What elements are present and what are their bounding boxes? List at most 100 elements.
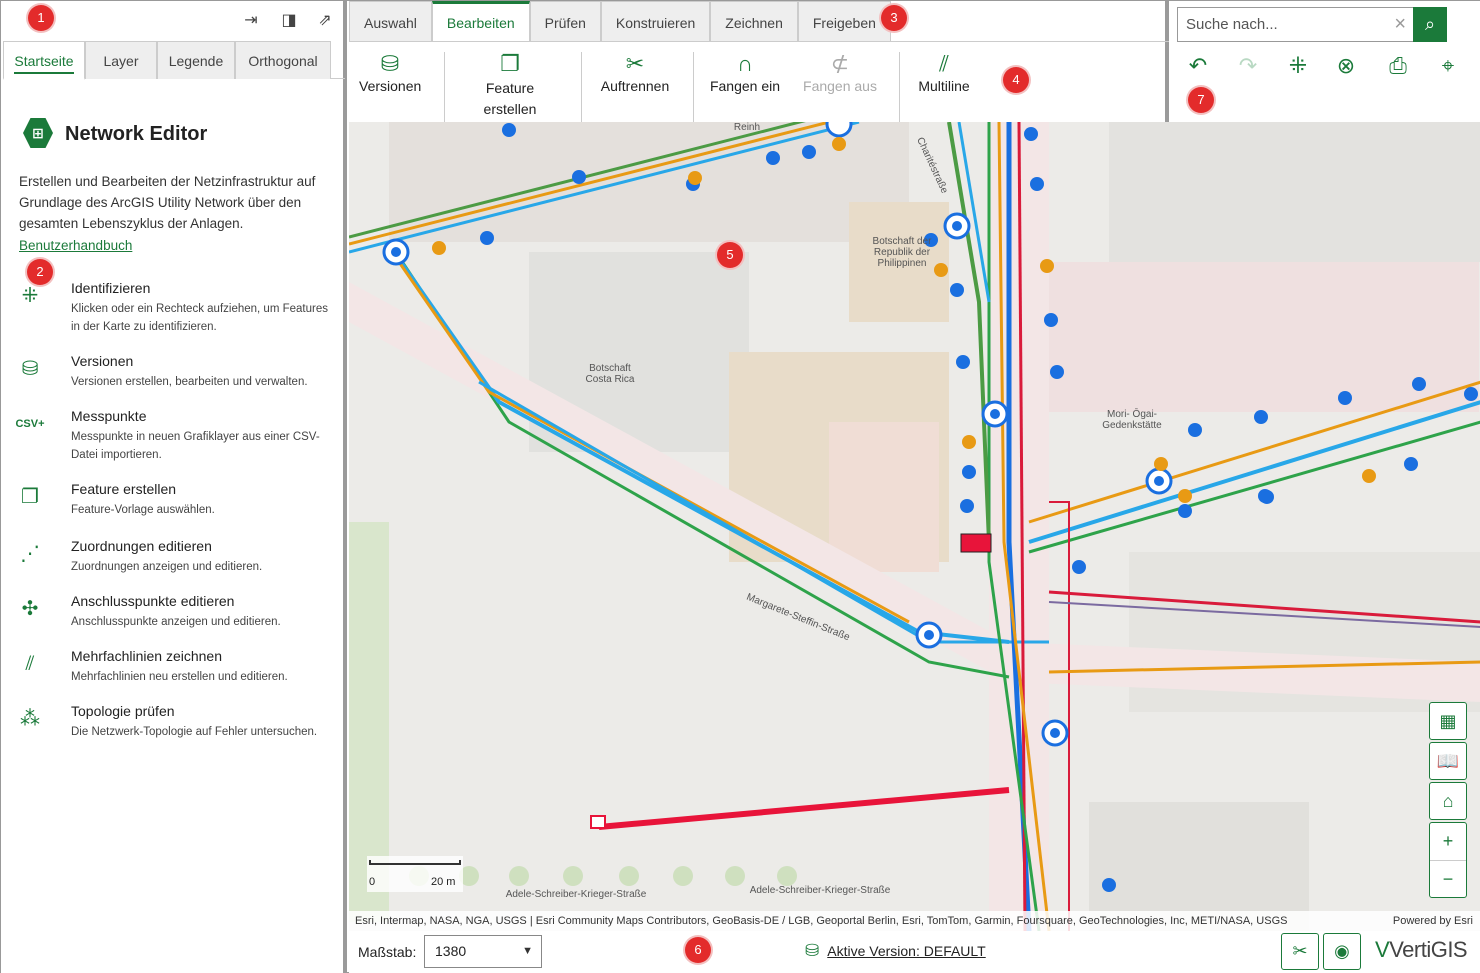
network-editor-logo-icon: ⊞ <box>23 118 53 148</box>
versionen-button[interactable]: ⛁ Versionen <box>359 50 421 94</box>
popout-icon[interactable]: ⇗ <box>315 11 335 31</box>
association-icon: ⋰ <box>20 543 40 565</box>
map-pin-icon[interactable]: ⌖ <box>1433 51 1463 81</box>
map-label-adele-2: Adele-Schreiber-Krieger-Straße <box>749 885 891 896</box>
tab-layer[interactable]: Layer <box>85 41 157 79</box>
redo-icon[interactable]: ↷ <box>1233 51 1263 81</box>
tool-messpunkte[interactable]: CSV+ Messpunkte Messpunkte in neuen Graf… <box>15 408 335 461</box>
tool-desc: Klicken oder ein Rechteck aufziehen, um … <box>71 303 328 333</box>
button-label: erstellen <box>483 101 537 117</box>
powered-by[interactable]: Powered by Esri <box>1393 911 1473 931</box>
zoom-controls: + − <box>1429 822 1467 898</box>
tab-konstruieren[interactable]: Konstruieren <box>600 1 711 41</box>
clear-search-icon[interactable]: × <box>1394 8 1406 41</box>
tool-anschlusspunkte[interactable]: ✣ Anschlusspunkte editieren Anschlusspun… <box>15 593 335 643</box>
feature-erstellen-button[interactable]: ❐ Feature erstellen <box>469 50 551 120</box>
feature-create-icon: ❐ <box>21 486 39 508</box>
map-view[interactable]: Botschaft der Republik der Philippinen B… <box>349 122 1480 931</box>
fangen-ein-button[interactable]: ∩ Fangen ein <box>707 50 783 94</box>
tool-desc: Versionen erstellen, bearbeiten und verw… <box>71 376 308 388</box>
dock-left-icon[interactable]: ⇥ <box>241 11 261 31</box>
tool-desc: Messpunkte in neuen Grafiklayer aus eine… <box>71 431 320 461</box>
tools-button[interactable]: ✂ <box>1281 933 1319 970</box>
print-icon[interactable]: ⎙ <box>1383 51 1413 81</box>
tool-topologie[interactable]: ⁂ Topologie prüfen Die Netzwerk-Topologi… <box>15 703 335 753</box>
identify-icon: ⁜ <box>21 285 39 307</box>
separator <box>693 52 694 122</box>
separator <box>581 52 582 122</box>
button-label: Multiline <box>918 78 970 94</box>
scale-bar-left: 0 <box>369 876 376 888</box>
scale-bar-right: 20 m <box>431 876 456 888</box>
footer: Maßstab: 1380 ▼ ⛁ Aktive Version: DEFAULT… <box>349 931 1480 973</box>
auftrennen-button[interactable]: ✂ Auftrennen <box>595 50 675 94</box>
tab-bearbeiten[interactable]: Bearbeiten <box>431 1 530 41</box>
separator <box>444 52 445 122</box>
tool-mehrfachlinien[interactable]: ⫽ Mehrfachlinien zeichnen Mehrfachlinien… <box>15 648 335 698</box>
scissors-icon: ✂ <box>625 51 645 76</box>
page-title: Network Editor <box>65 123 208 145</box>
database-icon: ⛁ <box>805 941 820 960</box>
vertigis-logo: VVertiGIS <box>1375 937 1468 962</box>
split-panel-icon[interactable]: ◨ <box>279 11 299 31</box>
button-label: Fangen ein <box>709 78 781 94</box>
tool-name: Zuordnungen editieren <box>71 538 212 554</box>
multiline-icon: ⫽ <box>939 51 949 76</box>
search-toolbar: Suche nach... × ⌕ ↶ ↷ ⁜ ⊗ ⎙ ⌖ <box>1171 1 1480 122</box>
tool-feature-erstellen[interactable]: ❐ Feature erstellen Feature-Vorlage ausw… <box>15 481 335 531</box>
tools-icon: ✂ <box>1292 941 1308 961</box>
search-button[interactable]: ⌕ <box>1413 7 1447 42</box>
tool-desc: Zuordnungen anzeigen und editieren. <box>71 561 263 573</box>
user-button[interactable]: ◉ <box>1323 933 1361 970</box>
feature-create-icon: ❐ <box>500 51 520 76</box>
badge-6: 6 <box>685 937 711 963</box>
brand-text: VertiGIS <box>1389 937 1468 962</box>
search-placeholder: Suche nach... <box>1186 16 1278 33</box>
multiline-button[interactable]: ⫽ Multiline <box>911 50 977 94</box>
tool-zuordnungen[interactable]: ⋰ Zuordnungen editieren Zuordnungen anze… <box>15 538 335 588</box>
tab-zeichnen[interactable]: Zeichnen <box>710 1 798 41</box>
zoom-in-button[interactable]: + <box>1430 823 1466 861</box>
search-input[interactable]: Suche nach... × <box>1177 7 1415 42</box>
chevron-down-icon: ▼ <box>522 945 533 957</box>
badge-2: 2 <box>27 259 53 285</box>
map-label-costa-rica: Botschaft Costa Rica <box>585 363 635 385</box>
attribution-text: Esri, Intermap, NASA, NGA, USGS | Esri C… <box>355 915 1288 927</box>
badge-3: 3 <box>881 5 907 31</box>
active-version[interactable]: ⛁ Aktive Version: DEFAULT <box>805 941 986 961</box>
search-icon: ⌕ <box>1424 14 1436 34</box>
scale-value: 1380 <box>435 943 467 959</box>
home-icon[interactable]: ⌂ <box>1429 782 1467 820</box>
tab-freigeben[interactable]: Freigeben <box>797 1 891 41</box>
identify-icon[interactable]: ⁜ <box>1283 51 1313 81</box>
undo-icon[interactable]: ↶ <box>1183 51 1213 81</box>
badge-1: 1 <box>28 5 54 31</box>
tab-pruefen[interactable]: Prüfen <box>529 1 601 41</box>
csv-icon: CSV+ <box>15 418 45 430</box>
scale-label: Maßstab: <box>358 944 417 960</box>
tool-name: Mehrfachlinien zeichnen <box>71 648 222 664</box>
zoom-out-button[interactable]: − <box>1430 861 1466 897</box>
scale-bar: 0 20 m <box>367 856 463 892</box>
tab-legende[interactable]: Legende <box>157 41 235 79</box>
scale-select[interactable]: 1380 ▼ <box>424 935 542 968</box>
basemap-icon[interactable]: ▦ <box>1429 702 1467 740</box>
tool-name: Versionen <box>71 353 134 369</box>
tool-desc: Mehrfachlinien neu erstellen und editier… <box>71 671 288 683</box>
tab-auswahl[interactable]: Auswahl <box>349 1 432 41</box>
tool-versionen[interactable]: ⛁ Versionen Versionen erstellen, bearbei… <box>15 353 335 403</box>
clear-icon[interactable]: ⊗ <box>1331 51 1361 81</box>
magnet-off-icon: ⊄ <box>830 51 850 76</box>
tool-identifizieren[interactable]: ⁜ Identifizieren Klicken oder ein Rechte… <box>15 280 335 333</box>
version-link[interactable]: Aktive Version: DEFAULT <box>827 943 985 959</box>
tool-name: Anschlusspunkte editieren <box>71 593 235 609</box>
fangen-aus-button[interactable]: ⊄ Fangen aus <box>799 50 881 94</box>
tab-orthogonal[interactable]: Orthogonal <box>235 41 331 79</box>
user-manual-link[interactable]: Benutzerhandbuch <box>19 238 132 253</box>
tab-startseite[interactable]: Startseite <box>3 41 85 80</box>
scale-bar-line <box>369 860 461 865</box>
badge-5: 5 <box>717 242 743 268</box>
tab-label: Startseite <box>14 53 74 74</box>
badge-7: 7 <box>1188 87 1214 113</box>
bookmarks-icon[interactable]: 📖 <box>1429 742 1467 780</box>
